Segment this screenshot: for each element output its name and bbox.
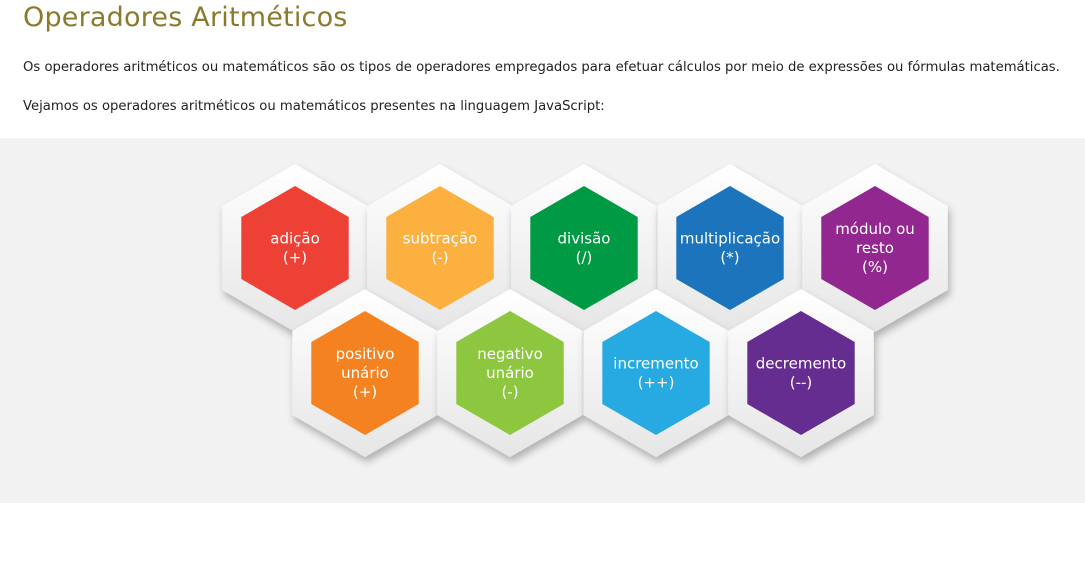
operator-label: (%): [862, 258, 888, 276]
operator-label: negativo: [477, 345, 543, 363]
operators-diagram: adição (+) subtração (-) divisão (/) multiplic…: [0, 138, 1085, 503]
operator-label: (-): [431, 249, 448, 267]
operator-label: (--): [790, 374, 813, 392]
operator-label: unário: [341, 364, 389, 382]
operator-label: (+): [283, 249, 307, 267]
operator-label: (-): [501, 383, 518, 401]
operator-label: positivo: [336, 345, 395, 363]
operator-label: subtração: [403, 230, 478, 248]
lead-paragraph: Vejamos os operadores aritméticos ou mat…: [23, 99, 605, 114]
intro-paragraph: Os operadores aritméticos ou matemáticos…: [23, 60, 1060, 75]
operator-label: (+): [353, 383, 377, 401]
operator-label: (/): [576, 249, 593, 267]
operator-label: multiplicação: [680, 230, 780, 248]
operator-label: decremento: [756, 355, 846, 373]
operator-label: adição: [270, 230, 320, 248]
operator-label: incremento: [613, 355, 698, 373]
operator-label: resto: [856, 239, 894, 257]
page-title: Operadores Aritméticos: [23, 2, 348, 33]
operator-label: módulo ou: [835, 220, 915, 238]
operator-label: (*): [720, 249, 739, 267]
operator-label: divisão: [558, 230, 611, 248]
operator-label: (++): [638, 374, 675, 392]
operators-hex-graphic: adição(+)subtração(-)divisão(/)multiplic…: [222, 164, 948, 457]
operator-label: unário: [486, 364, 534, 382]
